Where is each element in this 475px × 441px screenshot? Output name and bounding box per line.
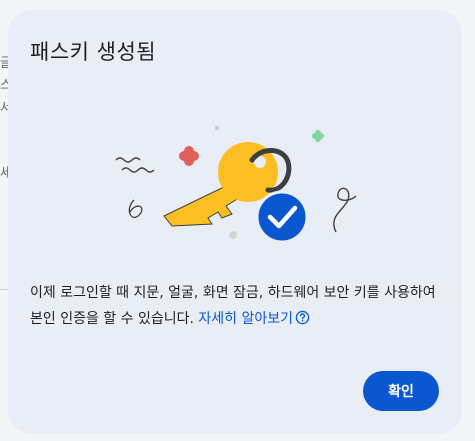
dialog-title: 패스키 생성됨 xyxy=(30,40,157,64)
passkey-created-dialog: 패스키 생성됨 이제 로그인할 때 지문, 얼굴, 화면 잠금, 하드웨어 보안… xyxy=(8,10,462,434)
scribble-decoration xyxy=(128,199,143,219)
sparkle-green xyxy=(312,130,324,142)
check-badge-icon xyxy=(255,190,309,244)
sparkle-red xyxy=(179,146,199,166)
confirm-button[interactable]: 확인 xyxy=(363,371,439,411)
learn-more-link[interactable]: 자세히 알아보기 xyxy=(198,310,310,327)
scribble-decoration xyxy=(121,167,155,173)
help-circle-icon xyxy=(295,310,310,325)
passkey-illustration xyxy=(115,126,357,244)
scribble-decoration xyxy=(333,187,357,233)
dialog-body: 이제 로그인할 때 지문, 얼굴, 화면 잠금, 하드웨어 보안 키를 사용하여… xyxy=(30,280,450,332)
scribble-decoration xyxy=(115,157,141,163)
learn-more-label: 자세히 알아보기 xyxy=(198,311,294,327)
sparkle-dot xyxy=(215,126,219,130)
sparkle-dot xyxy=(229,231,237,239)
